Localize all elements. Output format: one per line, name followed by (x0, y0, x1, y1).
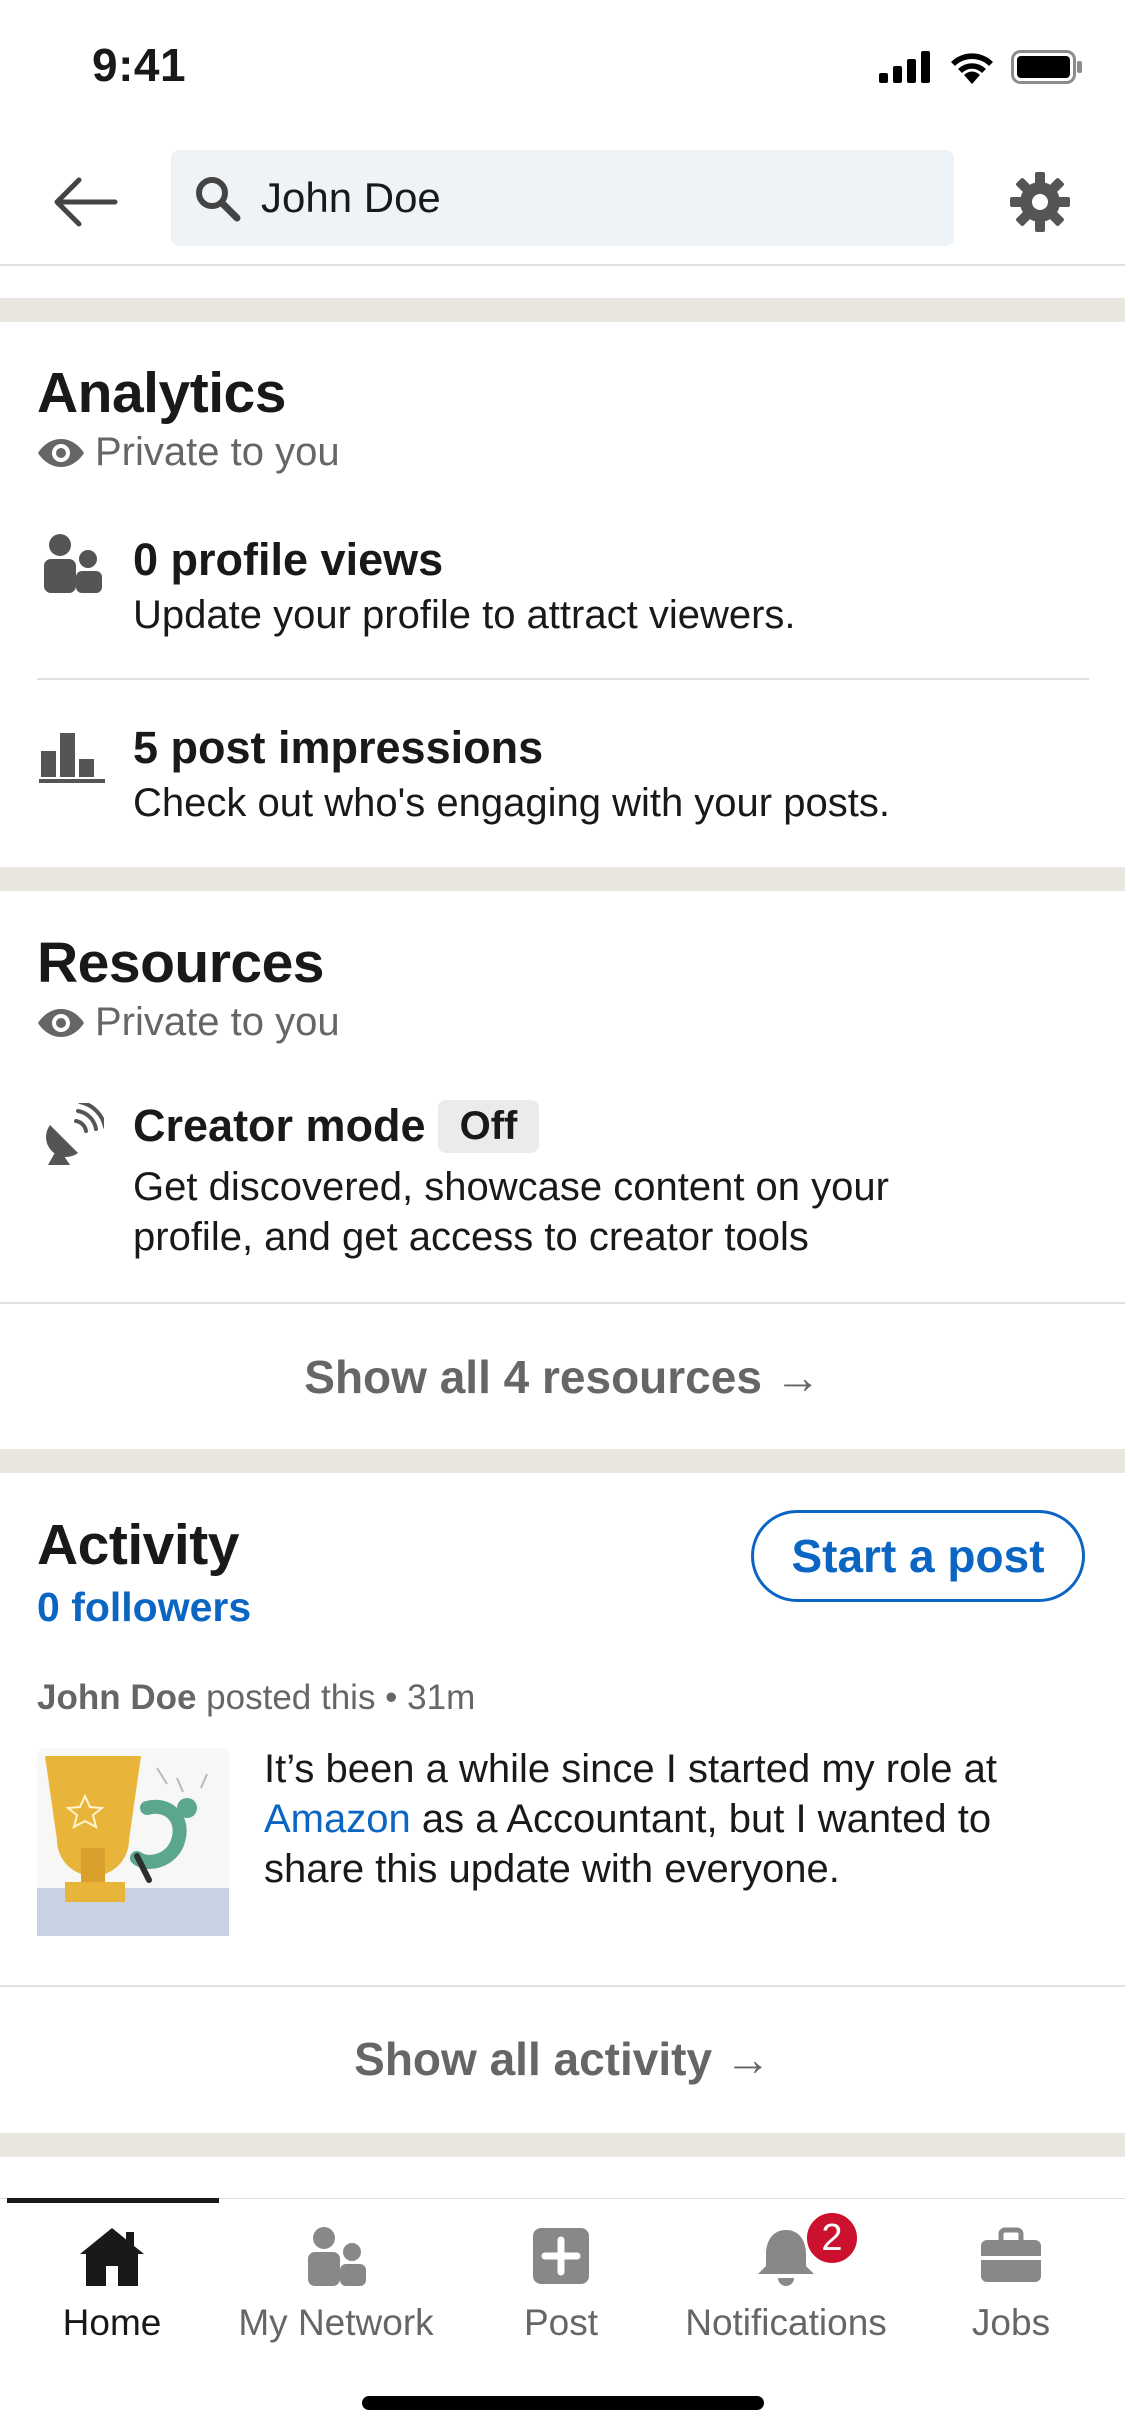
home-indicator (362, 2396, 764, 2410)
divider (37, 678, 1089, 680)
start-a-post-button[interactable]: Start a post (751, 1510, 1085, 1602)
section-gap (0, 298, 1125, 322)
nav-my-network-label: My Network (238, 2302, 434, 2343)
bar-chart-icon (37, 720, 107, 790)
post-text-line3: share this update with everyone. (264, 1847, 840, 1891)
activity-title: Activity (37, 1513, 239, 1577)
post-impressions-title[interactable]: 5 post impressions (133, 722, 543, 774)
status-icons (879, 50, 1083, 84)
search-icon (189, 170, 245, 226)
creator-mode-title: Creator mode (133, 1100, 426, 1151)
section-gap (0, 2133, 1125, 2157)
analytics-title: Analytics (37, 361, 286, 425)
notification-count-badge: 2 (804, 2210, 860, 2266)
nav-my-network[interactable]: My Network (224, 2216, 448, 2344)
wifi-icon (951, 53, 993, 84)
company-mention-link[interactable]: Amazon (264, 1797, 411, 1841)
top-bar: John Doe (0, 140, 1125, 266)
nav-home[interactable]: Home (0, 2216, 224, 2344)
home-icon (80, 2228, 144, 2286)
private-label-text: Private to you (95, 430, 340, 474)
back-button[interactable] (40, 162, 130, 242)
creator-mode-subtitle-line1: Get discovered, showcase content on your (133, 1165, 889, 1209)
post-text-line1: It’s been a while since I started my rol… (264, 1747, 997, 1791)
section-gap (0, 1449, 1125, 1473)
status-time: 9:41 (92, 39, 187, 91)
analytics-private-label: Private to you (37, 430, 340, 475)
post-thumbnail[interactable] (37, 1748, 229, 1936)
cellular-signal-icon (879, 51, 930, 83)
nav-notifications[interactable]: 2 Notifications (674, 2210, 898, 2344)
creator-mode-row[interactable]: Creator mode Off (133, 1100, 540, 1153)
post-author[interactable]: John Doe (37, 1678, 196, 1717)
post-text-line2: Amazon as a Accountant, but I wanted to (264, 1794, 991, 1844)
divider (0, 1985, 1125, 1987)
network-icon (308, 2227, 366, 2286)
settings-button[interactable] (1004, 166, 1076, 238)
active-tab-indicator (7, 2198, 219, 2203)
private-label-text: Private to you (95, 1000, 340, 1044)
briefcase-icon (981, 2227, 1041, 2282)
show-all-activity-link[interactable]: Show all activity → (0, 2032, 1125, 2086)
creator-mode-status-badge: Off (437, 1100, 540, 1153)
nav-notifications-label: Notifications (685, 2302, 887, 2343)
nav-jobs-label: Jobs (971, 2302, 1051, 2343)
people-icon (37, 528, 107, 598)
section-gap (0, 867, 1125, 891)
eye-icon (38, 1008, 84, 1037)
post-meta: John Doe posted this • 31m (37, 1678, 475, 1718)
nav-jobs[interactable]: Jobs (899, 2216, 1123, 2344)
nav-home-label: Home (62, 2302, 162, 2343)
post-impressions-subtitle: Check out who's engaging with your posts… (133, 781, 890, 825)
post-meta-text: posted this • 31m (196, 1678, 476, 1717)
search-input[interactable]: John Doe (171, 150, 954, 246)
plus-square-icon (533, 2228, 589, 2284)
divider (0, 1302, 1125, 1304)
profile-views-subtitle: Update your profile to attract viewers. (133, 593, 796, 637)
gear-icon (1010, 172, 1070, 232)
battery-icon (1011, 50, 1082, 84)
satellite-dish-icon (37, 1100, 107, 1170)
show-all-resources-link[interactable]: Show all 4 resources → (0, 1350, 1125, 1404)
search-query: John Doe (261, 174, 441, 221)
resources-private-label: Private to you (37, 1000, 340, 1045)
nav-post[interactable]: Post (449, 2216, 673, 2344)
status-bar: 9:41 (0, 0, 1125, 140)
next-section-peek (0, 2157, 1125, 2198)
arrow-left-icon (54, 177, 118, 227)
profile-views-title[interactable]: 0 profile views (133, 534, 443, 586)
creator-mode-subtitle-line2: profile, and get access to creator tools (133, 1215, 809, 1259)
eye-icon (38, 438, 84, 467)
resources-title: Resources (37, 931, 325, 995)
trophy-illustration-icon (37, 1748, 229, 1936)
post-text-line2-rest: as a Accountant, but I wanted to (410, 1797, 992, 1841)
nav-post-label: Post (523, 2302, 599, 2343)
followers-link[interactable]: 0 followers (37, 1584, 251, 1631)
